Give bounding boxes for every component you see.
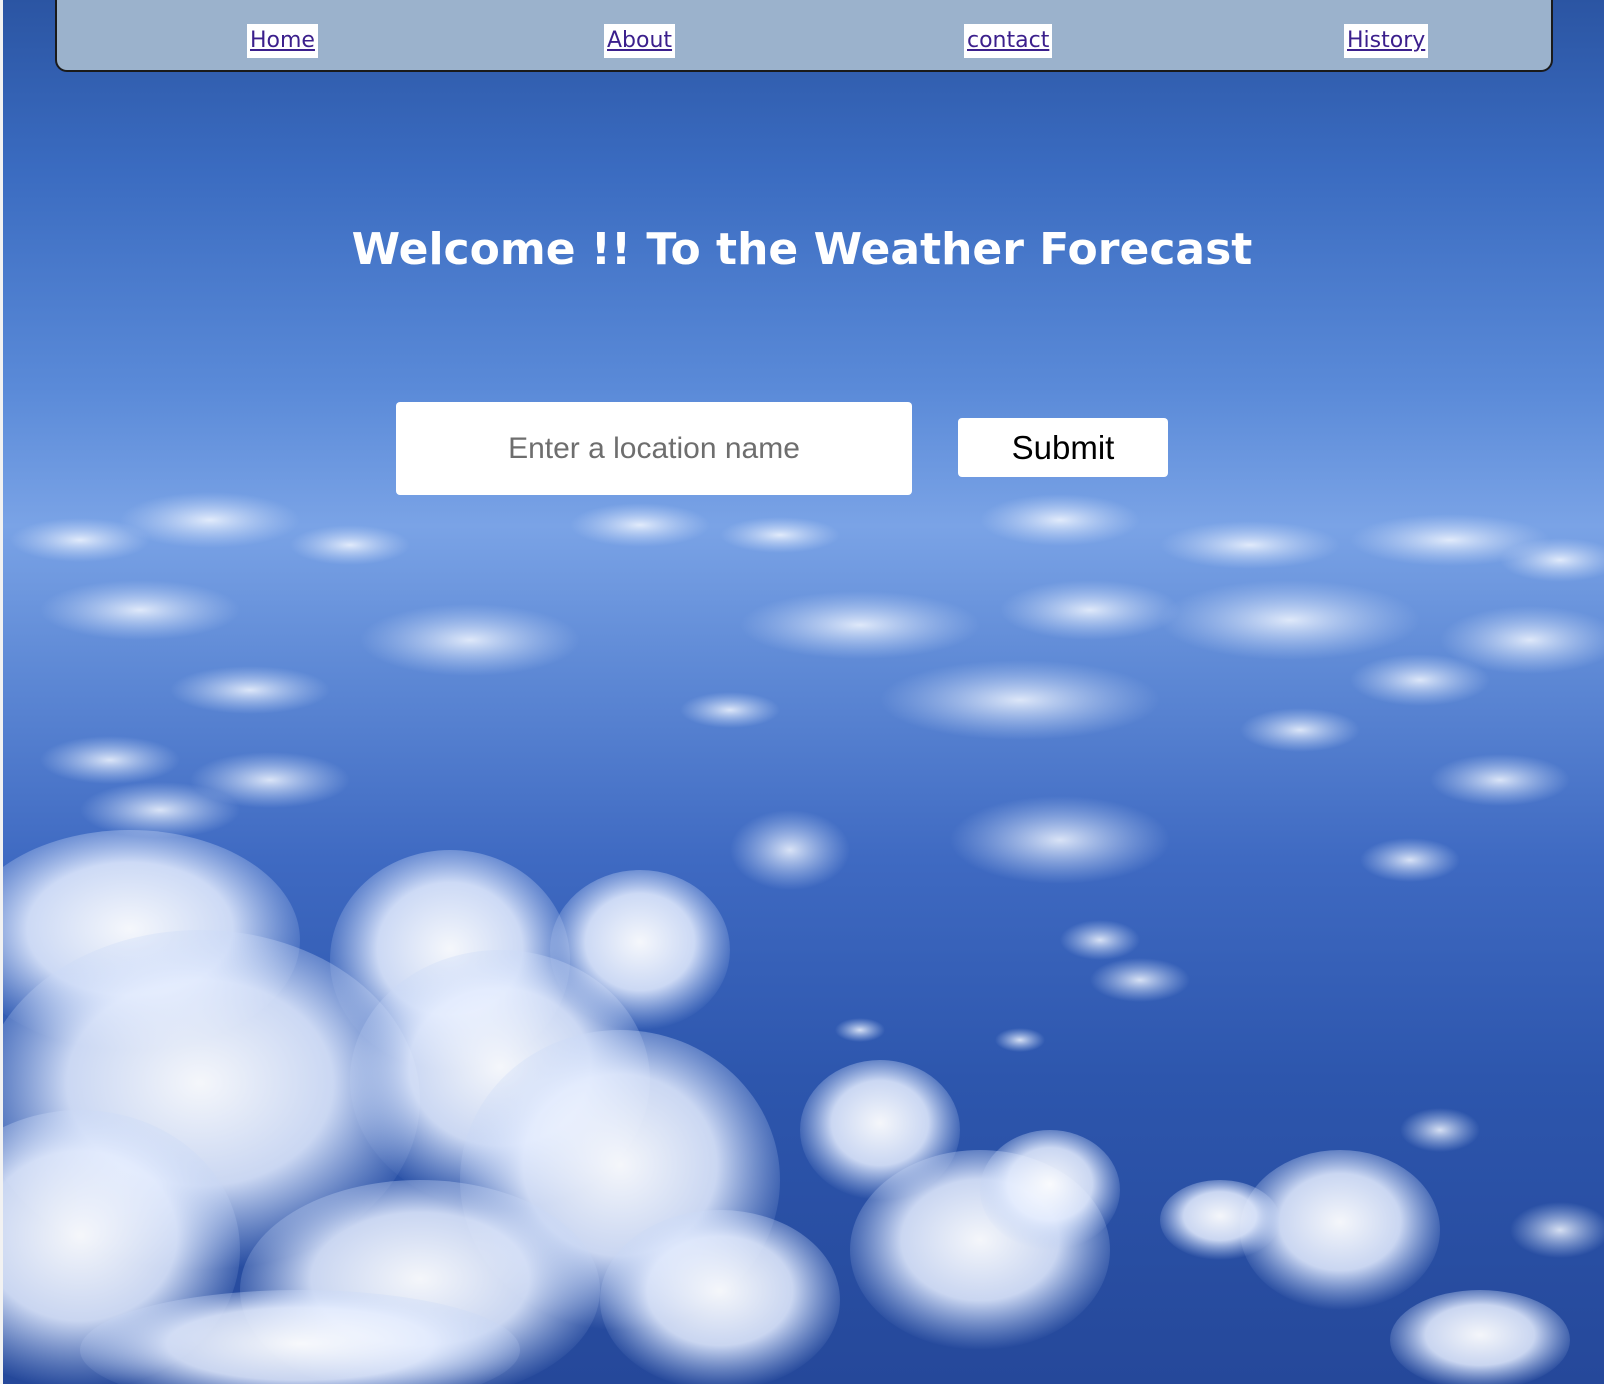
location-search-input[interactable] — [396, 402, 912, 495]
left-edge-strip — [0, 0, 3, 1384]
nav-link-history[interactable]: History — [1344, 24, 1429, 58]
top-navbar: Home About contact History — [55, 0, 1553, 72]
nav-link-about[interactable]: About — [604, 24, 676, 58]
sky-background-image — [0, 0, 1604, 1384]
page-title: Welcome !! To the Weather Forecast — [351, 224, 1253, 275]
submit-button[interactable]: Submit — [958, 418, 1168, 477]
nav-link-contact[interactable]: contact — [964, 24, 1053, 58]
nav-link-home[interactable]: Home — [247, 24, 318, 58]
